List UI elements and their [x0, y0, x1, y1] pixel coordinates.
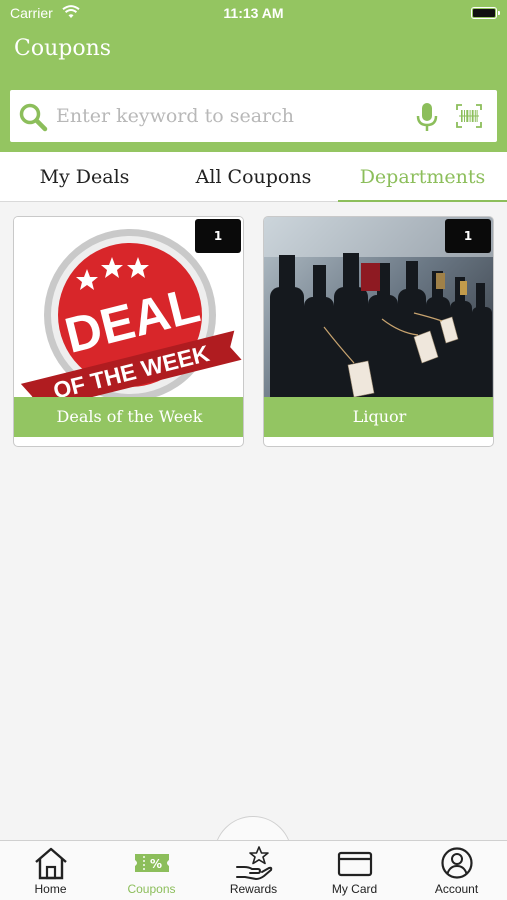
- card-icon: [337, 851, 372, 877]
- department-name: Deals of the Week: [14, 397, 243, 437]
- barcode-scan-icon[interactable]: [456, 104, 482, 128]
- nav-my-card-label: My Card: [331, 882, 378, 896]
- coupon-count-badge: 1: [445, 219, 491, 253]
- status-bar: Carrier 11:13 AM: [0, 0, 507, 28]
- nav-rewards-label: Rewards: [229, 882, 278, 896]
- search-icon[interactable]: [18, 102, 48, 132]
- app-header: Coupons: [0, 28, 507, 152]
- coupon-tabs: My Deals All Coupons Departments: [0, 152, 507, 202]
- search-bar: [10, 90, 497, 142]
- tab-all-coupons[interactable]: All Coupons: [169, 152, 338, 202]
- nav-home-label: Home: [34, 882, 67, 896]
- page-title: Coupons: [14, 36, 112, 61]
- coupon-icon: %: [134, 854, 169, 872]
- account-icon: [440, 847, 473, 879]
- clock: 11:13 AM: [223, 5, 284, 21]
- nav-home[interactable]: Home: [0, 842, 101, 900]
- nav-account-label: Account: [434, 882, 479, 896]
- microphone-icon[interactable]: [416, 102, 438, 132]
- svg-text:%: %: [149, 857, 161, 871]
- search-input[interactable]: [56, 98, 396, 134]
- nav-account[interactable]: Account: [406, 842, 507, 900]
- department-name: Liquor: [264, 397, 493, 437]
- department-card-liquor[interactable]: Liquor 1: [263, 216, 494, 447]
- nav-rewards[interactable]: Rewards: [203, 842, 304, 900]
- tab-departments[interactable]: Departments: [338, 152, 507, 202]
- coupon-count-badge: 1: [195, 219, 241, 253]
- nav-coupons[interactable]: % Coupons: [101, 842, 202, 900]
- nav-coupons-label: Coupons: [127, 882, 176, 896]
- battery-icon: [471, 7, 500, 19]
- tab-my-deals[interactable]: My Deals: [0, 152, 169, 202]
- rewards-hand-star-icon: [235, 846, 272, 880]
- nav-my-card[interactable]: My Card: [304, 842, 405, 900]
- department-card-deals-of-the-week[interactable]: DEAL OF THE WEEK Deals of the Week 1: [13, 216, 244, 447]
- home-icon: [34, 847, 67, 880]
